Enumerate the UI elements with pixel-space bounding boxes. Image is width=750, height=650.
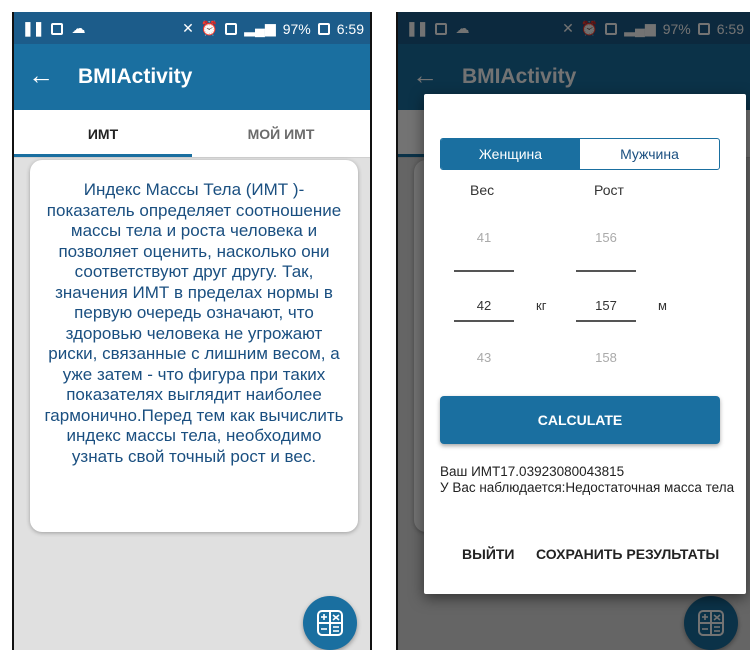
dialog-actions: ВЫЙТИ СОХРАНИТЬ РЕЗУЛЬТАТЫ: [424, 546, 746, 576]
calculator-icon: [317, 610, 343, 636]
weight-label: Вес: [470, 182, 495, 198]
weight-unit: кг: [536, 298, 547, 313]
save-results-button[interactable]: СОХРАНИТЬ РЕЗУЛЬТАТЫ: [536, 546, 719, 562]
battery-percent: 97%: [282, 20, 311, 37]
back-arrow-icon[interactable]: ←: [28, 60, 54, 90]
pause-icon: ❚❚: [22, 20, 44, 36]
weight-next-value[interactable]: 43: [454, 350, 514, 365]
tab-my-bmi[interactable]: МОЙ ИМТ: [192, 110, 370, 157]
sim-icon: [225, 22, 238, 35]
height-unit: м: [658, 298, 667, 313]
notification-icon: ☁: [71, 20, 86, 36]
exit-button[interactable]: ВЫЙТИ: [462, 546, 515, 562]
calculator-fab-button[interactable]: [303, 596, 357, 650]
signal-icon: ▂▄▆: [244, 20, 276, 36]
weight-prev-value[interactable]: 41: [454, 230, 514, 245]
phone-screen-bmi-info: ❚❚ ☁ ✕ ⏰ ▂▄▆ 97% 6:59 ← BMIActivity ИМТ …: [12, 12, 372, 650]
app-bar: ← BMIActivity: [14, 44, 370, 110]
height-next-value[interactable]: 158: [576, 350, 636, 365]
height-picker-divider-bottom: [576, 320, 636, 322]
tab-bar: ИМТ МОЙ ИМТ: [14, 110, 370, 158]
battery-icon: [317, 22, 330, 35]
phone-screen-bmi-dialog: ❚❚ ☁ ✕ ⏰ ▂▄▆ 97% 6:59 ← BMIActivity ИМТ …: [396, 12, 750, 650]
weight-picker-divider-top: [454, 270, 514, 272]
status-bar: ❚❚ ☁ ✕ ⏰ ▂▄▆ 97% 6:59: [14, 12, 370, 44]
gender-male-option[interactable]: Мужчина: [580, 139, 719, 169]
gallery-icon: [51, 22, 64, 35]
bmi-info-text: Индекс Массы Тела (ИМТ )-показатель опре…: [44, 180, 344, 466]
height-label: Рост: [594, 182, 624, 198]
gender-toggle: Женщина Мужчина: [440, 138, 720, 170]
height-current-value[interactable]: 157: [576, 298, 636, 313]
bmi-result-status: У Вас наблюдается:Недостаточная масса те…: [440, 480, 735, 495]
calculate-button[interactable]: CALCULATE: [440, 396, 720, 444]
clock: 6:59: [336, 20, 364, 37]
gender-female-option[interactable]: Женщина: [441, 139, 580, 169]
tab-bmi[interactable]: ИМТ: [14, 110, 192, 157]
bmi-calculator-dialog: Женщина Мужчина Вес Рост 41 42 43 кг 156…: [424, 94, 746, 594]
app-title: BMIActivity: [78, 65, 193, 88]
bmi-result-value: Ваш ИМТ17.03923080043815: [440, 464, 625, 479]
height-picker-divider-top: [576, 270, 636, 272]
alarm-icon: ⏰: [200, 20, 219, 36]
bmi-info-card: Индекс Массы Тела (ИМТ )-показатель опре…: [30, 160, 358, 532]
weight-picker-divider-bottom: [454, 320, 514, 322]
mute-icon: ✕: [182, 20, 194, 36]
height-prev-value[interactable]: 156: [576, 230, 636, 245]
weight-current-value[interactable]: 42: [454, 298, 514, 313]
